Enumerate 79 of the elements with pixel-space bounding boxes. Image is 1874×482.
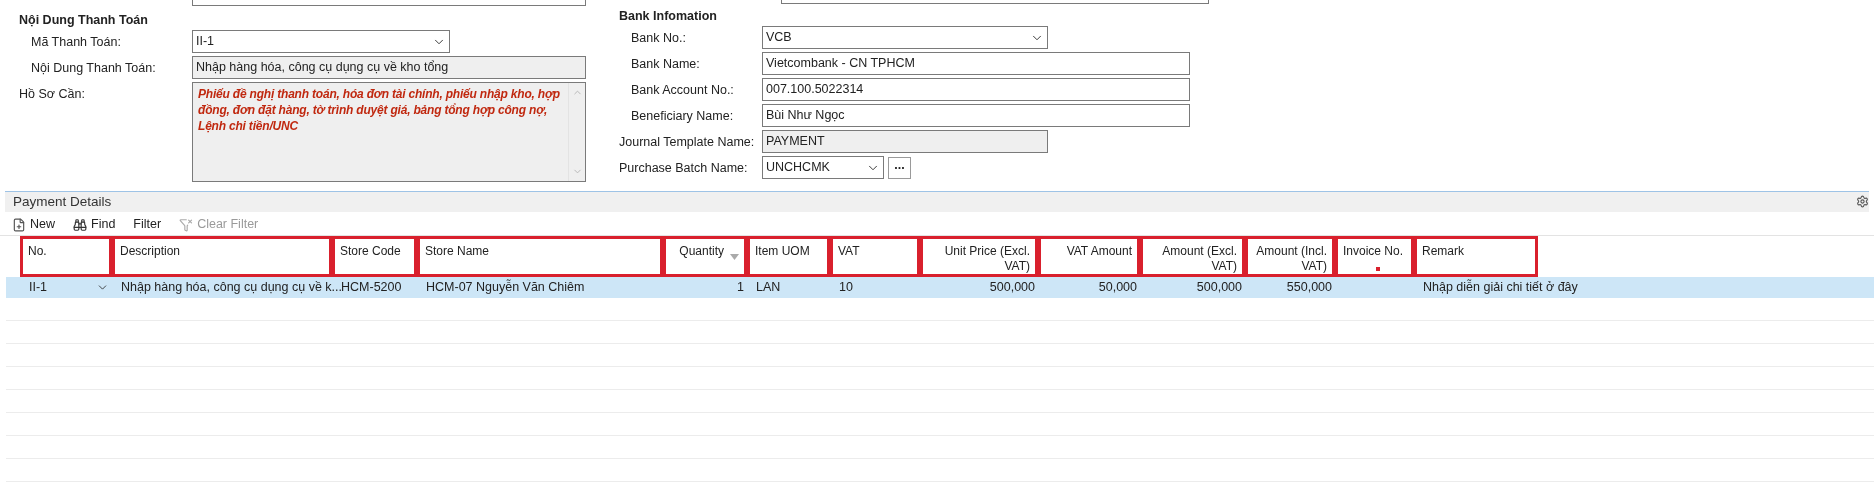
column-header[interactable]: Remark bbox=[1414, 236, 1538, 278]
field-value: 007.100.5022314 bbox=[766, 81, 864, 99]
column-header[interactable]: VAT Amount bbox=[1038, 236, 1140, 278]
lookup-button[interactable]: ... bbox=[888, 156, 911, 179]
header-label: VAT Amount bbox=[1066, 244, 1132, 260]
table-cell-text: 1 bbox=[737, 279, 744, 297]
header-label: VAT bbox=[838, 244, 860, 260]
field-value: Vietcombank - CN TPHCM bbox=[766, 55, 915, 73]
column-header[interactable]: Store Name bbox=[417, 236, 663, 278]
field-value: Nhập hàng hóa, công cụ dụng cụ về kho tổng bbox=[196, 59, 449, 77]
table-cell-text: II-1 bbox=[29, 279, 48, 297]
column-header[interactable]: VAT bbox=[830, 236, 920, 278]
settings-icon[interactable] bbox=[1856, 195, 1869, 209]
table-cell-text: 50,000 bbox=[1098, 279, 1137, 297]
table-cell-text: HCM-07 Nguyễn Văn Chiêm bbox=[426, 278, 585, 297]
text-field[interactable]: Vietcombank - CN TPHCM bbox=[762, 52, 1190, 75]
field-label: Bank Name: bbox=[630, 56, 701, 73]
header-label: Unit Price (Excl. VAT) bbox=[943, 244, 1030, 275]
dropdown-field[interactable]: VCB bbox=[762, 26, 1048, 49]
text-field[interactable]: Bùi Như Ngọc bbox=[762, 104, 1190, 127]
field-value: II-1 bbox=[196, 33, 215, 51]
binoculars-icon bbox=[73, 217, 87, 232]
field-label: Mã Thanh Toán: bbox=[30, 34, 122, 51]
clear-filter-icon bbox=[179, 217, 194, 232]
column-header[interactable]: Quantity bbox=[663, 236, 747, 278]
column-header[interactable]: Amount (Excl. VAT) bbox=[1140, 236, 1245, 278]
dropdown-field[interactable]: II-1 bbox=[192, 30, 450, 53]
table-cell-text: Nhập hàng hóa, công cụ dụng cụ về k... bbox=[121, 279, 342, 297]
text-field[interactable] bbox=[192, 0, 586, 6]
header-label: Store Name bbox=[425, 244, 490, 260]
field-label: Beneficiary Name: bbox=[630, 108, 735, 125]
column-header[interactable]: Description bbox=[112, 236, 332, 278]
table-cell-text: 500,000 bbox=[989, 279, 1035, 297]
table-cell-text: LAN bbox=[756, 279, 781, 297]
field-label: Journal Template Name: bbox=[619, 134, 756, 151]
header-label: Remark bbox=[1422, 244, 1464, 260]
header-label: Amount (Incl. VAT) bbox=[1255, 244, 1327, 275]
table-cell-text: HCM-5200 bbox=[341, 279, 402, 297]
text-field[interactable]: 007.100.5022314 bbox=[762, 78, 1190, 101]
column-header[interactable]: Amount (Incl. VAT) bbox=[1245, 236, 1335, 278]
header-label: Quantity bbox=[679, 244, 724, 260]
field-label: Purchase Batch Name: bbox=[619, 160, 749, 177]
readonly-field[interactable]: Nhập hàng hóa, công cụ dụng cụ về kho tổng bbox=[192, 56, 586, 79]
field-label: Hồ Sơ Cần: bbox=[19, 86, 86, 103]
new-document-icon bbox=[12, 217, 26, 232]
field-label: Bank No.: bbox=[630, 30, 687, 47]
column-header[interactable]: No. bbox=[20, 236, 112, 278]
field-label: Nội Dung Thanh Toán: bbox=[30, 60, 157, 77]
toolbar-button[interactable]: Find bbox=[73, 215, 116, 235]
readonly-field[interactable]: PAYMENT bbox=[762, 130, 1048, 153]
memo-field[interactable]: Phiếu đề nghị thanh toán, hóa đơn tài chính, phiếu nhập kho, hợp đồng, đơn đặt hàng, tờ trình duyệt giá, bảng tổng hợp công nợ, Lệnh chi tiền/UNC bbox=[192, 82, 586, 182]
header-label: Invoice No. bbox=[1343, 244, 1404, 260]
toolbar-button[interactable]: Filter bbox=[133, 215, 162, 235]
table-row[interactable]: II-1 Nhập hàng hóa, công cụ dụng cụ về k...HCM-5200 HCM-07 Nguyễn Văn Chiêm 1 LAN 10 500,000 50,000 500,000 550,000 Nhập diễn giải chi tiết ở đây bbox=[6, 277, 1874, 298]
text-field[interactable] bbox=[781, 0, 1209, 4]
table-cell-text: Nhập diễn giải chi tiết ở đây bbox=[1423, 278, 1578, 297]
header-label: Description bbox=[120, 244, 181, 260]
field-value: Bùi Như Ngọc bbox=[766, 107, 845, 125]
field-value: PAYMENT bbox=[766, 133, 825, 151]
table-cell-text: 10 bbox=[839, 279, 853, 297]
column-header[interactable]: Invoice No. bbox=[1335, 236, 1414, 278]
header-label: No. bbox=[28, 244, 47, 260]
field-value: UNCHCMK bbox=[766, 159, 830, 177]
dropdown-field[interactable]: UNCHCMK bbox=[762, 156, 884, 179]
header-label: Store Code bbox=[340, 244, 401, 260]
column-header[interactable]: Item UOM bbox=[747, 236, 830, 278]
memo-text: Phiếu đề nghị thanh toán, hóa đơn tài chính, phiếu nhập kho, hợp đồng, đơn đặt hàng, tờ trình duyệt giá, bảng tổng hợp công nợ, Lệnh chi tiền/UNC bbox=[197, 86, 561, 135]
section-title: Nội Dung Thanh Toán bbox=[19, 12, 149, 29]
field-value: VCB bbox=[766, 29, 792, 47]
column-header[interactable]: Store Code bbox=[332, 236, 417, 278]
section-title: Payment Details bbox=[13, 192, 112, 211]
header-label: Item UOM bbox=[755, 244, 810, 260]
table-cell-text: 550,000 bbox=[1286, 279, 1332, 297]
toolbar-button[interactable]: New bbox=[12, 215, 55, 235]
header-label: Amount (Excl. VAT) bbox=[1161, 244, 1237, 275]
section-title: Bank Infomation bbox=[619, 8, 718, 25]
table-cell-text: 500,000 bbox=[1196, 279, 1242, 297]
column-header[interactable]: Unit Price (Excl. VAT) bbox=[920, 236, 1038, 278]
field-label: Bank Account No.: bbox=[630, 82, 735, 99]
